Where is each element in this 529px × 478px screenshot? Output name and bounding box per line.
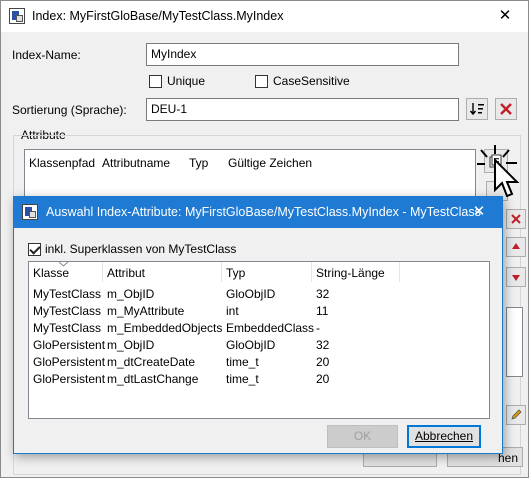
cell-typ: time_t (226, 372, 259, 386)
column-typ[interactable]: Typ (226, 266, 245, 280)
column-separator[interactable] (221, 262, 222, 282)
cell-typ: GloObjID (226, 338, 276, 352)
list-row[interactable]: GloPersistent m_dtLastChange time_t 20 (29, 371, 489, 388)
cell-attribut: m_dtCreateDate (107, 355, 196, 369)
delete-icon (500, 103, 512, 115)
cell-klasse: GloPersistent (33, 338, 106, 352)
cell-klasse: MyTestClass (33, 321, 102, 335)
delete-attribute-button[interactable] (506, 209, 526, 229)
column-string-laenge[interactable]: String-Länge (316, 266, 385, 280)
cell-klasse: MyTestClass (33, 287, 102, 301)
column-separator[interactable] (311, 262, 312, 282)
dialog-app-icon (22, 204, 38, 220)
attributes-col-gueltige-zeichen[interactable]: Gültige Zeichen (228, 156, 312, 170)
include-superclasses-checkbox[interactable] (28, 243, 41, 256)
sort-language-input[interactable]: DEU-1 (146, 98, 459, 121)
attributes-col-typ[interactable]: Typ (189, 156, 208, 170)
sort-language-label: Sortierung (Sprache): (12, 103, 127, 117)
sort-button[interactable] (466, 98, 488, 120)
attribute-list-header: Klasse Attribut Typ String-Länge (29, 262, 489, 284)
list-row[interactable]: MyTestClass m_ObjID GloObjID 32 (29, 286, 489, 303)
index-window-title: Index: MyFirstGloBase/MyTestClass.MyInde… (32, 9, 284, 23)
cell-string-laenge: 20 (316, 355, 330, 369)
cell-string-laenge: 11 (316, 304, 329, 318)
cell-string-laenge: 20 (316, 372, 330, 386)
cell-typ: time_t (226, 355, 259, 369)
attribute-list[interactable]: Klasse Attribut Typ String-Länge MyTestC… (28, 261, 490, 419)
attribute-down-button[interactable] (506, 267, 526, 287)
case-sensitive-label: CaseSensitive (273, 74, 350, 88)
attributes-col-attributname[interactable]: Attributname (102, 156, 170, 170)
cell-typ: int (226, 304, 239, 318)
include-superclasses-label: inkl. Superklassen von MyTestClass (45, 242, 237, 256)
delete-icon (511, 214, 521, 224)
index-window-titlebar: Index: MyFirstGloBase/MyTestClass.MyInde… (1, 1, 528, 32)
attribute-up-button[interactable] (506, 237, 526, 257)
unique-checkbox[interactable] (149, 75, 162, 88)
dialog-titlebar: Auswahl Index-Attribute: MyFirstGloBase/… (14, 197, 502, 228)
list-row[interactable]: GloPersistent m_dtCreateDate time_t 20 (29, 354, 489, 371)
cell-typ: EmbeddedClass (226, 321, 315, 335)
app-icon (9, 8, 25, 24)
cell-typ: GloObjID (226, 287, 276, 301)
list-row[interactable]: MyTestClass m_EmbeddedObjects EmbeddedCl… (29, 320, 489, 337)
attributes-col-klassenpfad[interactable]: Klassenpfad (29, 156, 95, 170)
list-row[interactable]: GloPersistent m_ObjID GloObjID 32 (29, 337, 489, 354)
arrow-down-icon (512, 275, 520, 281)
pencil-icon (511, 409, 522, 420)
cell-attribut: m_EmbeddedObjects (107, 321, 223, 335)
dialog-title: Auswahl Index-Attribute: MyFirstGloBase/… (46, 205, 481, 219)
cell-string-laenge: - (316, 321, 320, 335)
unique-label: Unique (167, 74, 206, 88)
cell-attribut: m_ObjID (107, 287, 155, 301)
list-row[interactable]: MyTestClass m_MyAttribute int 11 (29, 303, 489, 320)
cell-attribut: m_dtLastChange (107, 372, 199, 386)
cell-klasse: GloPersistent (33, 372, 106, 386)
cell-klasse: GloPersistent (33, 355, 106, 369)
dialog-close-button[interactable]: ✕ (456, 197, 502, 227)
cancel-button[interactable]: Abbrechen (407, 425, 481, 448)
cell-string-laenge: 32 (316, 287, 330, 301)
cell-attribut: m_ObjID (107, 338, 155, 352)
index-window-close-button[interactable]: ✕ (482, 1, 528, 31)
column-attribut[interactable]: Attribut (107, 266, 145, 280)
column-klasse[interactable]: Klasse (33, 266, 69, 280)
attribute-selection-dialog: Auswahl Index-Attribute: MyFirstGloBase/… (13, 196, 503, 454)
edit-button[interactable] (506, 405, 526, 425)
index-name-label: Index-Name: (12, 48, 81, 62)
arrow-up-icon (512, 243, 520, 249)
attribute-details-box (506, 307, 523, 377)
cell-klasse: MyTestClass (33, 304, 102, 318)
cell-string-laenge: 32 (316, 338, 330, 352)
cell-attribut: m_MyAttribute (107, 304, 185, 318)
column-separator[interactable] (399, 262, 400, 282)
ok-button[interactable]: OK (327, 425, 398, 448)
sort-icon (469, 103, 484, 116)
column-separator[interactable] (102, 262, 103, 282)
cancel-button-label: Abbrechen (414, 429, 474, 443)
index-name-input[interactable]: MyIndex (146, 43, 459, 66)
case-sensitive-checkbox[interactable] (255, 75, 268, 88)
clear-sort-button[interactable] (495, 98, 517, 120)
